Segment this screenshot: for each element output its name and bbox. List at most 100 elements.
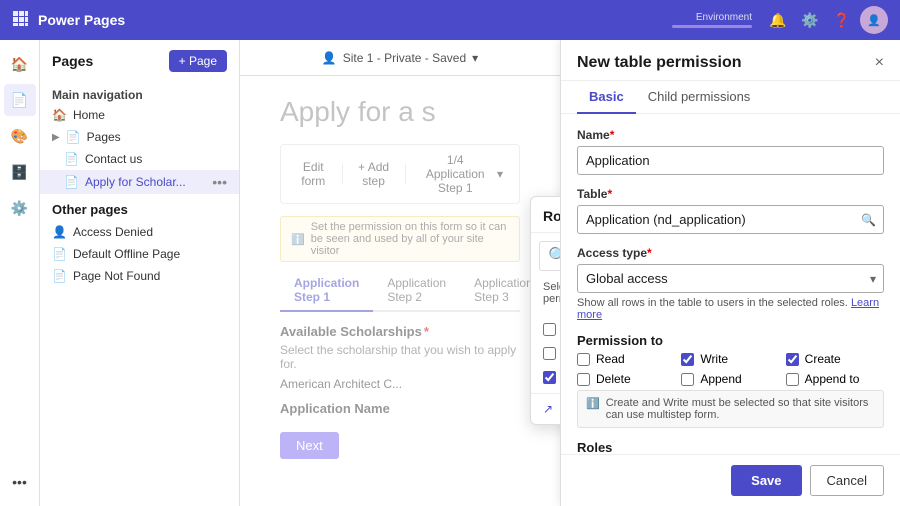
tab-basic[interactable]: Basic [577, 81, 636, 114]
tab-child-permissions[interactable]: Child permissions [636, 81, 763, 114]
more-nav-icon[interactable]: ••• [4, 466, 36, 498]
access-type-select[interactable]: Global access Contact access Account acc… [577, 264, 884, 293]
tree-item-pages-label: Pages [87, 130, 121, 144]
roles-field-group: Roles + Add roles 👤 Authenticated Users … [577, 440, 884, 454]
notification-button[interactable]: 🔔 [764, 6, 792, 34]
roles-section-title: Roles [577, 440, 884, 454]
icon-sidebar: 🏠 📄 🎨 🗄️ ⚙️ ••• [0, 40, 40, 506]
perm-append-checkbox[interactable] [681, 373, 694, 386]
permissions-grid: Read Write Create Delete [577, 352, 884, 386]
permissions-field-group: Permission to Read Write Create [577, 333, 884, 428]
tree-item-access-denied[interactable]: 👤 Access Denied [40, 221, 239, 243]
tree-item-apply[interactable]: 📄 Apply for Scholar... ••• [40, 170, 239, 194]
tree-item-access-label: Access Denied [73, 225, 153, 239]
more-options-icon[interactable]: ••• [212, 174, 227, 190]
sub-header-content: 👤 Site 1 - Private - Saved ▾ [322, 51, 478, 65]
roles-desc: Select roles that apply to the table per… [531, 279, 560, 313]
perm-read-label: Read [596, 352, 625, 366]
permission-to-title: Permission to [577, 333, 884, 348]
data-nav-icon[interactable]: 🗄️ [4, 156, 36, 188]
cancel-button[interactable]: Cancel [810, 465, 884, 496]
perm-write-label: Write [700, 352, 728, 366]
access-info: Show all rows in the table to users in t… [577, 297, 884, 321]
perm-appendto-label: Append to [805, 372, 860, 386]
settings-button[interactable]: ⚙️ [796, 6, 824, 34]
name-label: Name* [577, 128, 884, 142]
roles-list: Administrators Anonymous Users Authentic… [531, 313, 560, 393]
main-layout: 🏠 📄 🎨 🗄️ ⚙️ ••• Pages + Page Main naviga… [0, 40, 900, 506]
role-item-admin: Administrators [543, 317, 560, 341]
role-checkbox-auth[interactable] [543, 371, 556, 384]
roles-search[interactable]: 🔍 [539, 241, 560, 271]
perm-create-label: Create [805, 352, 841, 366]
tree-item-apply-label: Apply for Scholar... [85, 175, 186, 189]
sub-header: 👤 Site 1 - Private - Saved ▾ [240, 40, 560, 76]
perm-append-label: Append [700, 372, 741, 386]
perm-append: Append [681, 372, 779, 386]
search-icon: 🔍 [548, 246, 560, 266]
perm-read-checkbox[interactable] [577, 353, 590, 366]
avatar[interactable]: 👤 [860, 6, 888, 34]
grid-icon [12, 10, 28, 31]
perm-create-checkbox[interactable] [786, 353, 799, 366]
page-icon-notfound: 📄 [52, 269, 67, 283]
table-select-wrapper: 🔍 [577, 205, 884, 234]
other-pages-label: Other pages [40, 194, 239, 221]
tree-item-offline-label: Default Offline Page [73, 247, 180, 261]
panel-tabs: Basic Child permissions [561, 81, 900, 114]
setup-nav-icon[interactable]: ⚙️ [4, 192, 36, 224]
site-icon: 👤 [322, 51, 337, 65]
info-circle-icon: ℹ️ [586, 397, 600, 410]
help-button[interactable]: ❓ [828, 6, 856, 34]
perm-delete-checkbox[interactable] [577, 373, 590, 386]
tree-item-home-label: Home [73, 108, 105, 122]
main-nav-label: Main navigation [40, 82, 239, 104]
home-icon: 🏠 [52, 108, 67, 122]
page-icon-apply: 📄 [64, 175, 79, 189]
right-panel: New table permission × Basic Child permi… [560, 40, 900, 506]
perm-write-checkbox[interactable] [681, 353, 694, 366]
tree-item-contactus[interactable]: 📄 Contact us [40, 148, 239, 170]
save-button[interactable]: Save [731, 465, 801, 496]
chevron-down-icon: ▾ [472, 51, 478, 65]
overlay-dim [240, 76, 560, 506]
home-nav-icon[interactable]: 🏠 [4, 48, 36, 80]
pages-panel-content: Main navigation 🏠 Home ▶ 📄 Pages 📄 Conta… [40, 78, 239, 506]
perm-append-to: Append to [786, 372, 884, 386]
pages-nav-icon[interactable]: 📄 [4, 84, 36, 116]
table-field-group: Table* 🔍 [577, 187, 884, 234]
pages-panel-header: Pages + Page [40, 40, 239, 78]
page-icon-contact: 📄 [64, 152, 79, 166]
roles-popup-title: Roles [543, 208, 560, 224]
create-write-note: ℹ️ Create and Write must be selected so … [577, 390, 884, 428]
right-panel-title: New table permission [577, 54, 742, 72]
tree-item-notfound[interactable]: 📄 Page Not Found [40, 265, 239, 287]
tree-item-pages[interactable]: ▶ 📄 Pages [40, 126, 239, 148]
topbar: Power Pages Environment 🔔 ⚙️ ❓ 👤 [0, 0, 900, 40]
perm-delete-label: Delete [596, 372, 631, 386]
tree-item-offline[interactable]: 📄 Default Offline Page [40, 243, 239, 265]
perm-delete: Delete [577, 372, 675, 386]
pages-icon: 📄 [66, 130, 81, 144]
name-field-group: Name* [577, 128, 884, 175]
right-panel-close-button[interactable]: × [875, 54, 884, 72]
right-panel-header: New table permission × [561, 40, 900, 81]
role-checkbox-anon[interactable] [543, 347, 556, 360]
panel-footer: Save Cancel [561, 454, 900, 506]
styling-nav-icon[interactable]: 🎨 [4, 120, 36, 152]
page-content: Apply for a s Edit form + Add step 1/4 A… [240, 76, 560, 506]
topbar-right: Environment 🔔 ⚙️ ❓ 👤 [672, 6, 888, 34]
roles-popup-header: Roles ✕ [531, 197, 560, 233]
tree-item-contactus-label: Contact us [85, 152, 142, 166]
table-input[interactable] [577, 205, 884, 234]
role-checkbox-admin[interactable] [543, 323, 556, 336]
perm-write: Write [681, 352, 779, 366]
site-label: Site 1 - Private - Saved [343, 51, 466, 65]
tree-item-home[interactable]: 🏠 Home [40, 104, 239, 126]
perm-appendto-checkbox[interactable] [786, 373, 799, 386]
env-label: Environment [672, 12, 752, 28]
name-input[interactable] [577, 146, 884, 175]
access-type-field-group: Access type* Global access Contact acces… [577, 246, 884, 321]
manage-roles-link[interactable]: ↗ Manage roles [531, 393, 560, 424]
add-page-button[interactable]: + Page [169, 50, 227, 72]
